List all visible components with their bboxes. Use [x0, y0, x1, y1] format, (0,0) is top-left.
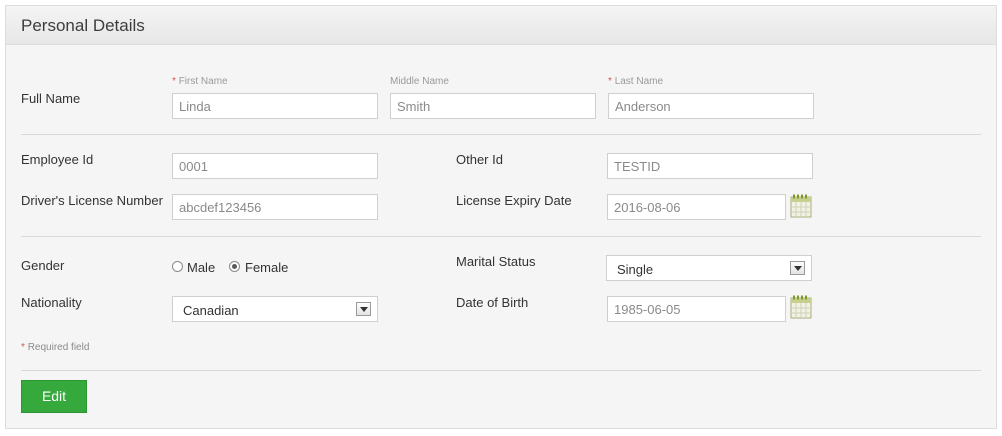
section-divider	[21, 134, 981, 135]
chevron-down-icon[interactable]	[356, 302, 371, 316]
last-name-label: Last Name	[614, 76, 664, 87]
first-name-caption: * First Name	[172, 76, 228, 87]
marital-status-label: Marital Status	[456, 254, 536, 269]
last-name-field[interactable]: Anderson	[608, 93, 814, 119]
middle-name-label: Middle Name	[390, 76, 449, 87]
license-expiry-label: License Expiry Date	[456, 193, 572, 208]
first-name-label: First Name	[178, 76, 228, 87]
gender-label: Gender	[21, 258, 65, 273]
nationality-select[interactable]: Canadian	[172, 296, 378, 322]
date-of-birth-label: Date of Birth	[456, 295, 529, 310]
full-name-label: Full Name	[21, 91, 81, 106]
employee-id-field[interactable]: 0001	[172, 153, 378, 179]
required-mark: *	[608, 76, 612, 87]
nationality-value: Canadian	[183, 303, 239, 318]
employee-id-label: Employee Id	[21, 152, 94, 167]
first-name-field[interactable]: Linda	[172, 93, 378, 119]
section-divider	[21, 370, 981, 371]
last-name-caption: * Last Name	[608, 76, 663, 87]
marital-status-value: Single	[617, 262, 654, 277]
edit-button[interactable]: Edit	[21, 380, 87, 413]
nationality-label: Nationality	[21, 295, 82, 310]
required-field-text: Required field	[27, 342, 90, 353]
calendar-icon[interactable]	[790, 194, 812, 218]
date-of-birth-field[interactable]: 1985-06-05	[607, 296, 786, 322]
other-id-field[interactable]: TESTID	[607, 153, 813, 179]
panel-title: Personal Details	[21, 16, 145, 35]
other-id-label: Other Id	[456, 152, 503, 167]
gender-male-radio[interactable]	[172, 261, 183, 272]
marital-status-select[interactable]: Single	[606, 255, 812, 281]
gender-female-radio[interactable]	[229, 261, 240, 272]
chevron-down-icon[interactable]	[790, 261, 805, 275]
gender-male-label[interactable]: Male	[187, 260, 215, 275]
license-number-label: Driver's License Number	[21, 193, 163, 208]
required-field-note: * Required field	[21, 342, 89, 353]
required-mark: *	[172, 76, 176, 87]
gender-female-label[interactable]: Female	[245, 260, 288, 275]
calendar-icon[interactable]	[790, 295, 812, 319]
section-divider	[21, 236, 981, 237]
middle-name-field[interactable]: Smith	[390, 93, 596, 119]
license-expiry-field[interactable]: 2016-08-06	[607, 194, 786, 220]
license-number-field[interactable]: abcdef123456	[172, 194, 378, 220]
personal-details-panel: Personal Details Full Name * First Name …	[5, 5, 997, 429]
panel-header: Personal Details	[6, 6, 996, 45]
required-mark: *	[21, 342, 25, 353]
